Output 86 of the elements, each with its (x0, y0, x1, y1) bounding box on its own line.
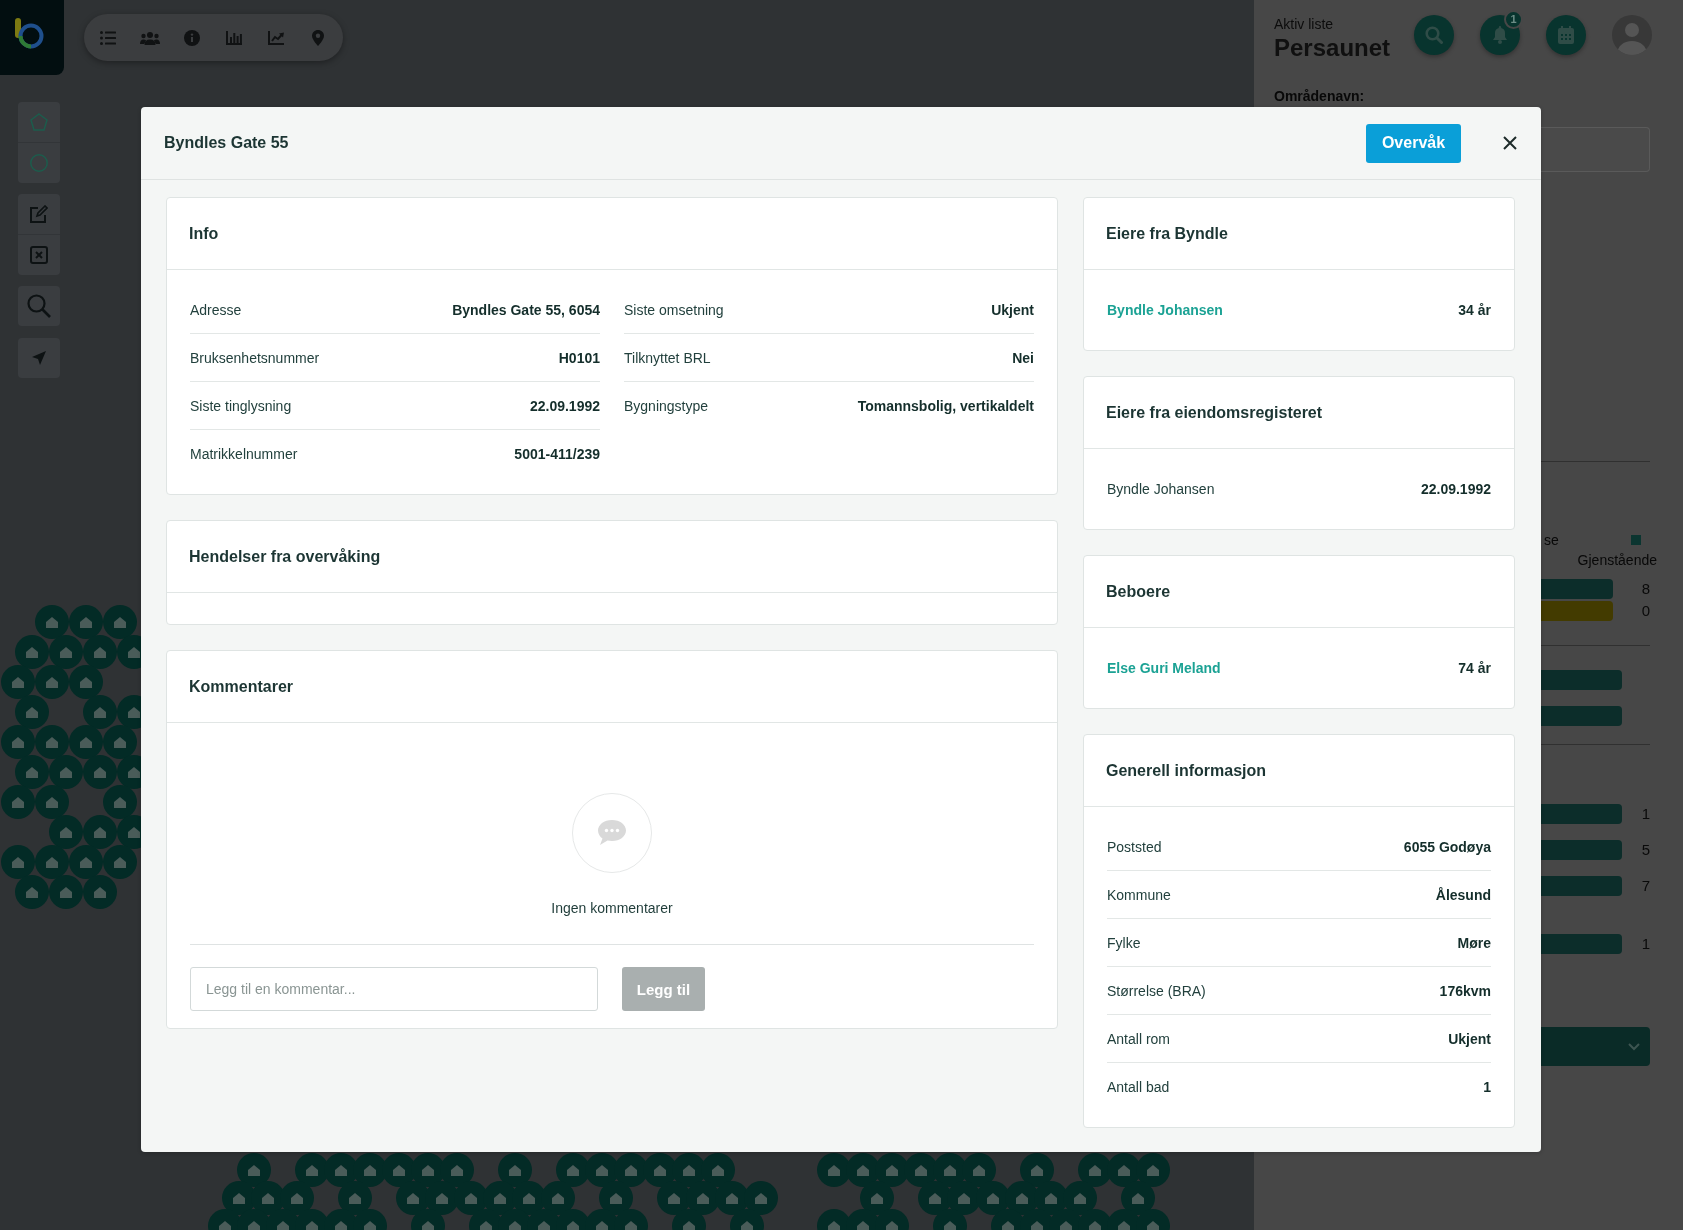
field-value: 1 (1483, 1079, 1491, 1095)
pentagon-icon (30, 113, 48, 131)
notifications-button[interactable] (1480, 15, 1520, 55)
field-label: Byndle Johansen (1107, 481, 1215, 497)
info-icon (184, 29, 200, 46)
polygon-tool-button[interactable] (18, 102, 60, 142)
line-chart-icon (268, 30, 284, 45)
field-label: Siste omsetning (624, 301, 724, 318)
x-square-icon (30, 246, 48, 264)
bar-chart-icon (226, 30, 242, 45)
search-icon (27, 294, 51, 318)
field-label: Størrelse (BRA) (1107, 982, 1206, 999)
card-title: Kommentarer (189, 677, 294, 696)
field-label: Siste tinglysning (190, 397, 292, 414)
chat-bubble-icon (572, 793, 652, 873)
area-name-field[interactable] (1541, 127, 1650, 172)
field-label: Matrikkelnummer (190, 446, 298, 462)
list-title: Persaunet (1274, 33, 1391, 63)
field-value: 74 år (1458, 660, 1491, 676)
field-label: Tilknyttet BRL (624, 349, 711, 366)
search-button[interactable] (1414, 15, 1454, 55)
field-value: Ålesund (1435, 886, 1491, 903)
notification-badge: 1 (1504, 10, 1523, 29)
field-value: Ukjent (1448, 1030, 1491, 1047)
edit-icon (30, 205, 48, 223)
bar-count: 1 (1640, 935, 1650, 953)
bar-count: 7 (1640, 877, 1650, 895)
field-label: Kommune (1107, 886, 1171, 903)
chevron-down-icon (1628, 1042, 1640, 1051)
field-value: Nei (1012, 349, 1034, 366)
search-button[interactable] (18, 286, 60, 326)
dialog-title: Byndles Gate 55 (164, 134, 290, 152)
watch-button[interactable]: Overvåk (1366, 123, 1461, 163)
area-name-label: Områdenavn: (1274, 88, 1366, 104)
navigation-arrow-icon (32, 351, 46, 365)
active-list-label: Aktiv liste (1274, 16, 1334, 33)
field-label: Fylke (1107, 934, 1141, 951)
circle-tool-button[interactable] (18, 143, 60, 183)
dropdown-button[interactable] (1541, 1027, 1650, 1066)
field-value: 176kvm (1439, 982, 1491, 999)
field-value: 6055 Godøya (1403, 838, 1491, 855)
close-icon (1503, 136, 1517, 150)
card-title: Hendelser fra overvåking (189, 547, 381, 566)
bar-count: 1 (1640, 805, 1650, 823)
logo-icon (14, 18, 44, 49)
bar-count: 0 (1640, 602, 1650, 620)
field-value: Møre (1457, 934, 1491, 951)
avatar-icon (1612, 15, 1652, 55)
field-label: Antall rom (1107, 1030, 1171, 1047)
calendar-icon (1558, 26, 1574, 44)
field-label: Antall bad (1107, 1079, 1170, 1095)
person-link[interactable]: Else Guri Meland (1107, 660, 1221, 676)
field-label: Bruksenhetsnummer (190, 349, 320, 366)
card-title: Eiere fra eiendomsregisteret (1106, 403, 1323, 422)
edit-button[interactable] (18, 194, 60, 234)
search-icon (1425, 26, 1443, 44)
field-value: Ukjent (991, 301, 1034, 318)
bell-icon (1492, 26, 1508, 44)
calendar-button[interactable] (1546, 15, 1586, 55)
comment-input[interactable]: Legg til en kommentar... (190, 967, 598, 1011)
field-value: 34 år (1458, 302, 1491, 318)
card-title: Generell informasjon (1106, 761, 1267, 780)
field-value: Tomannsbolig, vertikaldelt (857, 398, 1034, 414)
bar-count: 5 (1640, 841, 1650, 859)
field-label: Poststed (1107, 838, 1162, 855)
field-value: Byndles Gate 55, 6054 (452, 301, 600, 318)
legend-label: se (1543, 532, 1560, 548)
locate-button[interactable] (18, 338, 60, 378)
circle-icon (30, 154, 48, 172)
field-label: Adresse (190, 301, 242, 318)
people-icon (140, 30, 160, 45)
field-value: 5001-411/239 (514, 446, 600, 462)
empty-state-text: Ingen kommentarer (551, 899, 673, 917)
field-value: H0101 (558, 349, 600, 366)
map-pin-icon (312, 29, 324, 46)
field-value: 22.09.1992 (529, 397, 600, 414)
person-link[interactable]: Byndle Johansen (1107, 302, 1223, 318)
bar-count: 8 (1640, 580, 1650, 598)
field-label: Bygningstype (624, 398, 709, 414)
card-title: Beboere (1106, 582, 1171, 601)
delete-button[interactable] (18, 235, 60, 275)
card-title: Info (189, 224, 219, 243)
field-value: 22.09.1992 (1420, 481, 1491, 497)
legend-label: Gjenstående (1577, 552, 1657, 568)
card-title: Eiere fra Byndle (1106, 224, 1228, 243)
list-icon (100, 30, 116, 45)
